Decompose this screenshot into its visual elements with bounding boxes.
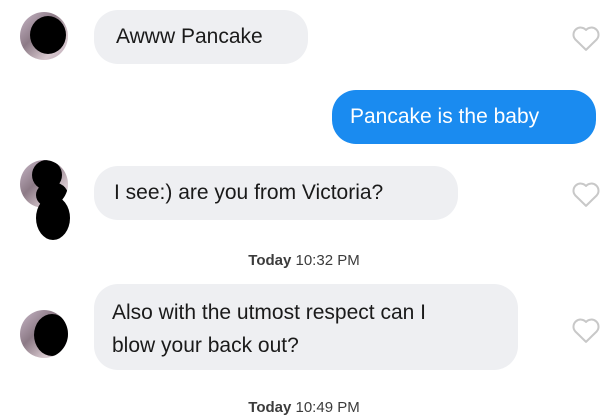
incoming-message-bubble[interactable]: Awww Pancake [94, 10, 308, 64]
incoming-message-bubble[interactable]: Also with the utmost respect can I blow … [94, 284, 518, 370]
incoming-message-bubble[interactable]: I see:) are you from Victoria? [94, 166, 458, 220]
chat-thread: Awww Pancake Pancake is the baby I see:)… [0, 0, 608, 420]
redaction-blot [34, 314, 68, 356]
message-text: I see:) are you from Victoria? [114, 181, 384, 204]
timestamp-time: 10:32 PM [295, 252, 360, 269]
message-text-line: Also with the utmost respect can I [112, 301, 426, 324]
outgoing-message-bubble[interactable]: Pancake is the baby [332, 90, 596, 144]
sender-avatar[interactable] [20, 12, 68, 60]
message-text: Awww Pancake [116, 25, 263, 48]
heart-outline-icon[interactable] [571, 180, 601, 208]
timestamp-day: Today [248, 399, 292, 416]
timestamp: Today 10:32 PM [0, 252, 608, 269]
timestamp-day: Today [248, 252, 292, 269]
timestamp-time: 10:49 PM [295, 399, 360, 416]
heart-outline-icon[interactable] [571, 316, 601, 344]
message-text: Pancake is the baby [350, 105, 540, 128]
message-text-line: blow your back out? [112, 334, 299, 357]
heart-outline-icon[interactable] [571, 24, 601, 52]
redaction-blot [30, 16, 66, 54]
timestamp: Today 10:49 PM [0, 399, 608, 416]
sender-avatar[interactable] [20, 310, 68, 358]
avatar-overlay-blot [36, 196, 70, 240]
